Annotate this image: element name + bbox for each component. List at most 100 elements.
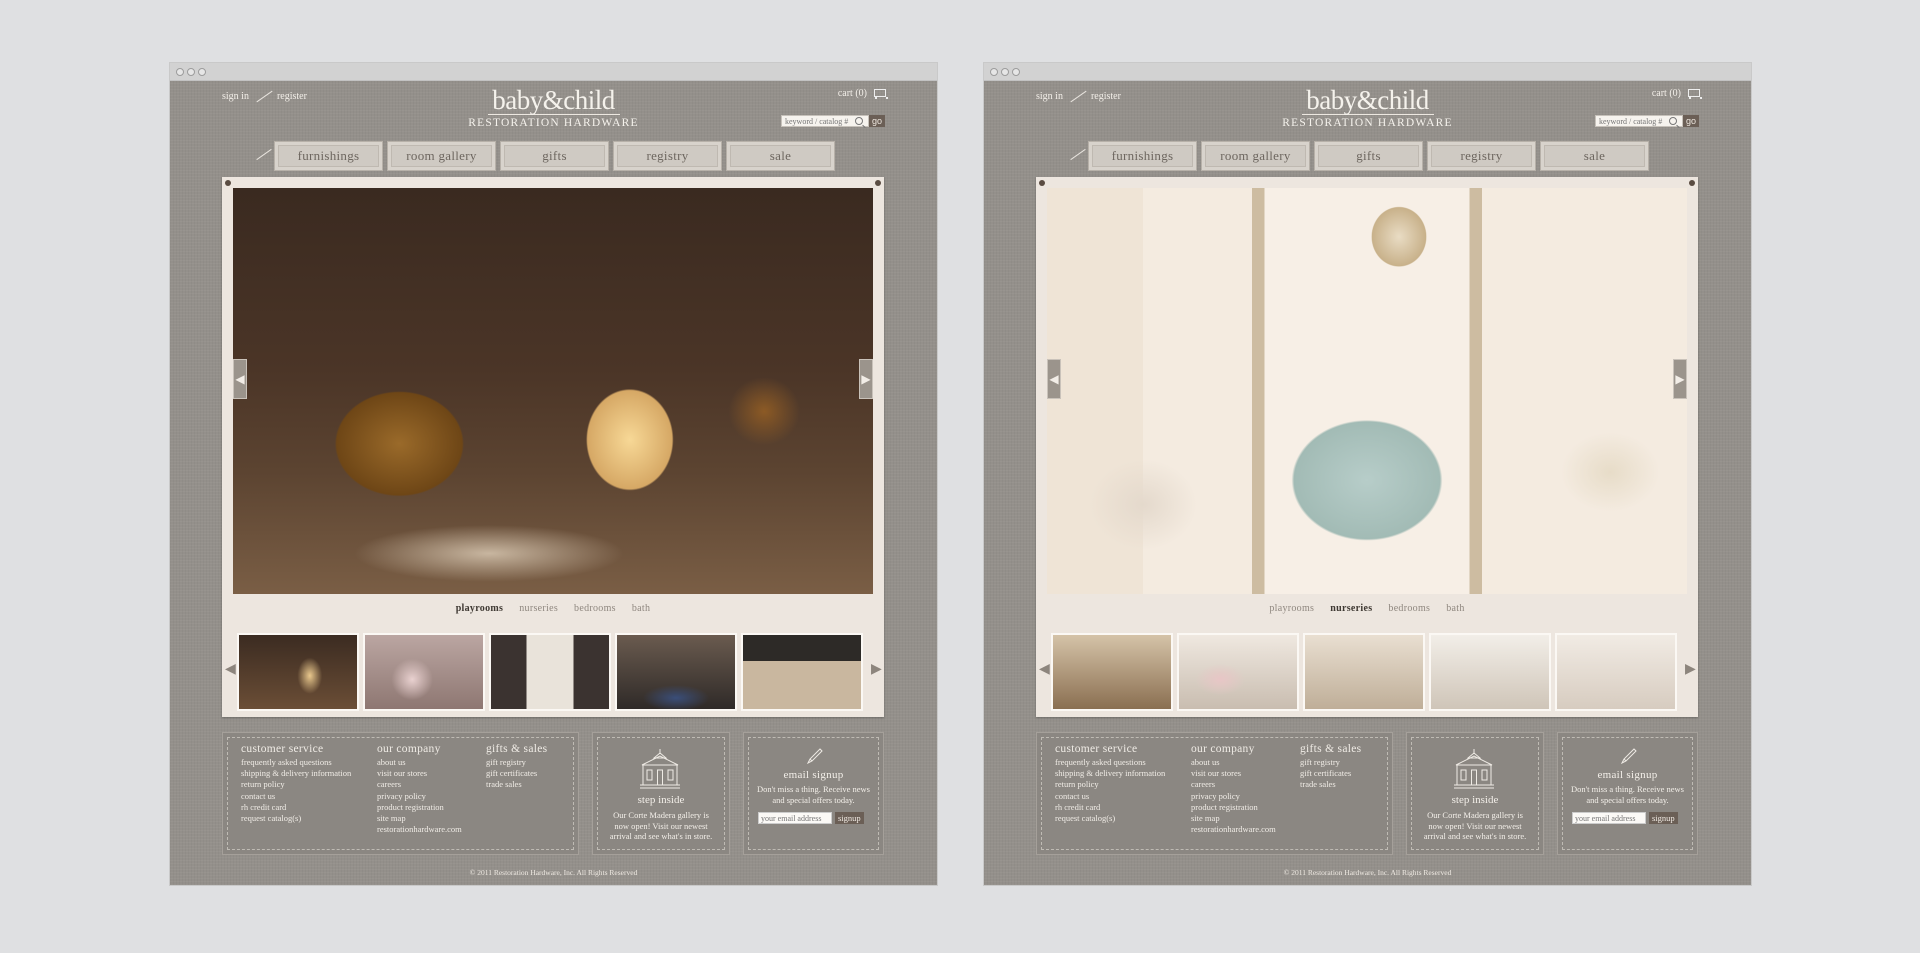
footer-link[interactable]: careers (377, 779, 462, 790)
room-thumbnail[interactable] (615, 633, 737, 711)
window-dot-icon[interactable] (990, 68, 998, 76)
search-icon[interactable] (1668, 117, 1677, 125)
thumbs-next-button[interactable]: ▶ (871, 661, 882, 679)
nav-tab-sale[interactable]: sale (726, 141, 835, 171)
room-thumbnail[interactable] (237, 633, 359, 711)
customer-service-column: customer service frequently asked questi… (241, 743, 351, 824)
chevron-right-icon: ▶ (871, 662, 882, 677)
footer-link[interactable]: visit our stores (377, 768, 462, 779)
nav-tab-room-gallery[interactable]: room gallery (387, 141, 496, 171)
footer-link[interactable]: rh credit card (241, 802, 351, 813)
category-tab-playrooms[interactable]: playrooms (1269, 603, 1314, 614)
room-thumbnail[interactable] (1177, 633, 1299, 711)
customer-service-links: frequently asked questions shipping & del… (241, 757, 351, 824)
search-bar: go (780, 115, 885, 127)
step-inside-box[interactable]: step inside Our Corte Madera gallery is … (1406, 732, 1544, 855)
hero-prev-button[interactable]: ◀ (233, 359, 247, 399)
email-signup-text: Don't miss a thing. Receive news and spe… (1571, 784, 1684, 805)
footer-link[interactable]: privacy policy (377, 791, 462, 802)
footer-link[interactable]: gift certificates (486, 768, 547, 779)
chevron-left-icon: ◀ (1039, 662, 1050, 677)
window-dot-icon[interactable] (187, 68, 195, 76)
nav-tab-sale[interactable]: sale (1540, 141, 1649, 171)
cart-link[interactable]: cart (0) (1652, 87, 1702, 100)
footer-link[interactable]: request catalog(s) (1055, 813, 1165, 824)
footer-link[interactable]: rh credit card (1055, 802, 1165, 813)
our-company-heading: our company (377, 743, 441, 755)
step-inside-text: Our Corte Madera gallery is now open! Vi… (609, 810, 713, 841)
signup-button[interactable]: signup (1649, 812, 1678, 824)
footer-link[interactable]: restorationhardware.com (377, 824, 462, 835)
footer-link[interactable]: contact us (1055, 791, 1165, 802)
nav-tab-registry[interactable]: registry (1427, 141, 1536, 171)
chevron-left-icon: ◀ (1049, 371, 1059, 386)
thumbs-next-button[interactable]: ▶ (1685, 661, 1696, 679)
footer-link[interactable]: gift certificates (1300, 768, 1361, 779)
footer-link[interactable]: visit our stores (1191, 768, 1276, 779)
hero-image[interactable] (233, 188, 873, 594)
room-thumbnail[interactable] (1051, 633, 1173, 711)
nav-tab-furnishings[interactable]: furnishings (1088, 141, 1197, 171)
footer-link[interactable]: trade sales (1300, 779, 1361, 790)
room-thumbnail[interactable] (1555, 633, 1677, 711)
footer-link[interactable]: site map (377, 813, 462, 824)
category-tab-bath[interactable]: bath (1446, 603, 1464, 614)
pin-icon (225, 180, 231, 186)
category-tab-bedrooms[interactable]: bedrooms (1388, 603, 1430, 614)
category-tab-bedrooms[interactable]: bedrooms (574, 603, 616, 614)
footer-link[interactable]: product registration (377, 802, 462, 813)
footer-link[interactable]: return policy (1055, 779, 1165, 790)
category-tab-playrooms[interactable]: playrooms (456, 603, 504, 614)
nav-tab-gifts[interactable]: gifts (1314, 141, 1423, 171)
footer-link[interactable]: shipping & delivery information (1055, 768, 1165, 779)
email-signup-box: email signup Don't miss a thing. Receive… (743, 732, 884, 855)
footer-link[interactable]: careers (1191, 779, 1276, 790)
footer-link[interactable]: about us (377, 757, 462, 768)
category-tab-bath[interactable]: bath (632, 603, 650, 614)
nav-tab-gifts[interactable]: gifts (500, 141, 609, 171)
window-dot-icon[interactable] (1001, 68, 1009, 76)
footer-link[interactable]: frequently asked questions (241, 757, 351, 768)
room-thumbnail[interactable] (1303, 633, 1425, 711)
email-field[interactable] (1572, 812, 1646, 824)
footer-link[interactable]: contact us (241, 791, 351, 802)
nav-tab-registry[interactable]: registry (613, 141, 722, 171)
room-thumbnail[interactable] (489, 633, 611, 711)
hero-next-button[interactable]: ▶ (859, 359, 873, 399)
footer-link[interactable]: trade sales (486, 779, 547, 790)
footer-link[interactable]: about us (1191, 757, 1276, 768)
window-dot-icon[interactable] (176, 68, 184, 76)
footer-link[interactable]: return policy (241, 779, 351, 790)
hero-prev-button[interactable]: ◀ (1047, 359, 1061, 399)
thumbs-prev-button[interactable]: ◀ (225, 661, 236, 679)
category-tab-nurseries[interactable]: nurseries (1330, 603, 1372, 614)
window-dot-icon[interactable] (198, 68, 206, 76)
footer-link[interactable]: frequently asked questions (1055, 757, 1165, 768)
footer-link[interactable]: restorationhardware.com (1191, 824, 1276, 835)
signup-button[interactable]: signup (835, 812, 864, 824)
footer-link[interactable]: gift registry (1300, 757, 1361, 768)
nav-tab-furnishings[interactable]: furnishings (274, 141, 383, 171)
room-thumbnail[interactable] (1429, 633, 1551, 711)
footer-link[interactable]: product registration (1191, 802, 1276, 813)
footer-link[interactable]: site map (1191, 813, 1276, 824)
step-inside-box[interactable]: step inside Our Corte Madera gallery is … (592, 732, 730, 855)
footer-link[interactable]: privacy policy (1191, 791, 1276, 802)
room-thumbnail[interactable] (363, 633, 485, 711)
footer-link[interactable]: request catalog(s) (241, 813, 351, 824)
window-dot-icon[interactable] (1012, 68, 1020, 76)
category-tab-nurseries[interactable]: nurseries (519, 603, 558, 614)
nav-tab-room-gallery[interactable]: room gallery (1201, 141, 1310, 171)
step-inside-title: step inside (1451, 794, 1499, 806)
email-field[interactable] (758, 812, 832, 824)
room-thumbnail[interactable] (741, 633, 863, 711)
cart-link[interactable]: cart (0) (838, 87, 888, 100)
thumbs-prev-button[interactable]: ◀ (1039, 661, 1050, 679)
search-go-button[interactable]: go (1682, 115, 1699, 127)
search-go-button[interactable]: go (868, 115, 885, 127)
search-icon[interactable] (854, 117, 863, 125)
hero-next-button[interactable]: ▶ (1673, 359, 1687, 399)
footer-link[interactable]: gift registry (486, 757, 547, 768)
footer-link[interactable]: shipping & delivery information (241, 768, 351, 779)
hero-image[interactable] (1047, 188, 1687, 594)
